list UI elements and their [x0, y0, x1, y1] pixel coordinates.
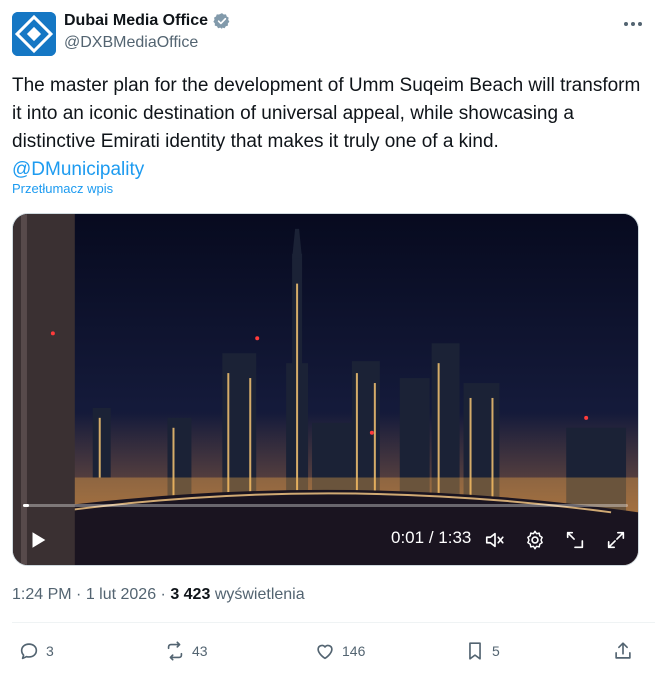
tweet-body: The master plan for the development of U… — [12, 75, 641, 152]
divider — [12, 622, 655, 623]
tweet-date[interactable]: 1 lut 2026 — [86, 586, 156, 603]
tweet-time[interactable]: 1:24 PM — [12, 586, 72, 603]
meta-dot-2: · — [156, 586, 171, 603]
repost-icon — [167, 641, 183, 661]
picture-in-picture-icon[interactable] — [564, 529, 586, 551]
video-controls: 0:01 / 1:33 — [13, 509, 638, 565]
reply-icon — [20, 643, 38, 660]
repost-count: 43 — [192, 643, 208, 659]
handle[interactable]: @DXBMediaOffice — [64, 34, 198, 52]
fullscreen-icon[interactable] — [605, 529, 627, 551]
bookmark-count: 5 — [492, 643, 500, 659]
tweet-header: Dubai Media Office @DXBMediaOffice — [12, 10, 655, 58]
video-current-time: 0:01 — [391, 528, 425, 547]
heart-icon — [317, 644, 333, 660]
video-progress-fill — [23, 504, 30, 507]
action-bar: 3 43 146 5 — [12, 640, 642, 666]
video-player[interactable]: 0:01 / 1:33 — [12, 213, 639, 566]
tweet-text: The master plan for the development of U… — [12, 72, 652, 184]
share-icon — [615, 642, 631, 659]
share-button[interactable] — [612, 640, 634, 662]
dubai-media-office-logo-icon — [12, 12, 56, 56]
mention-link[interactable]: @DMunicipality — [12, 156, 652, 184]
meta-dot: · — [71, 586, 86, 603]
repost-button[interactable]: 43 — [164, 640, 208, 662]
verified-badge-icon — [213, 13, 230, 29]
bookmark-icon — [469, 642, 481, 660]
video-progress-bar[interactable] — [23, 504, 628, 507]
views-label: wyświetlenia — [214, 586, 305, 603]
settings-gear-icon[interactable] — [524, 529, 546, 551]
translate-link[interactable]: Przetłumacz wpis — [12, 181, 113, 196]
bookmark-button[interactable]: 5 — [464, 640, 500, 662]
display-name[interactable]: Dubai Media Office — [64, 12, 208, 30]
reply-button[interactable]: 3 — [18, 640, 54, 662]
more-options-icon[interactable] — [621, 14, 645, 34]
play-icon[interactable] — [27, 529, 49, 551]
video-time-separator: / — [424, 528, 439, 547]
tweet-meta: 1:24 PM · 1 lut 2026 · 3 423 wyświetleni… — [12, 586, 305, 604]
like-count: 146 — [342, 643, 366, 659]
reply-count: 3 — [46, 643, 54, 659]
like-button[interactable]: 146 — [314, 640, 365, 662]
views-count: 3 423 — [170, 586, 211, 603]
video-time: 0:01 / 1:33 — [391, 528, 471, 548]
volume-muted-icon[interactable] — [484, 529, 506, 551]
avatar[interactable] — [12, 12, 56, 56]
video-duration: 1:33 — [438, 528, 472, 547]
name-row: Dubai Media Office — [64, 12, 231, 30]
